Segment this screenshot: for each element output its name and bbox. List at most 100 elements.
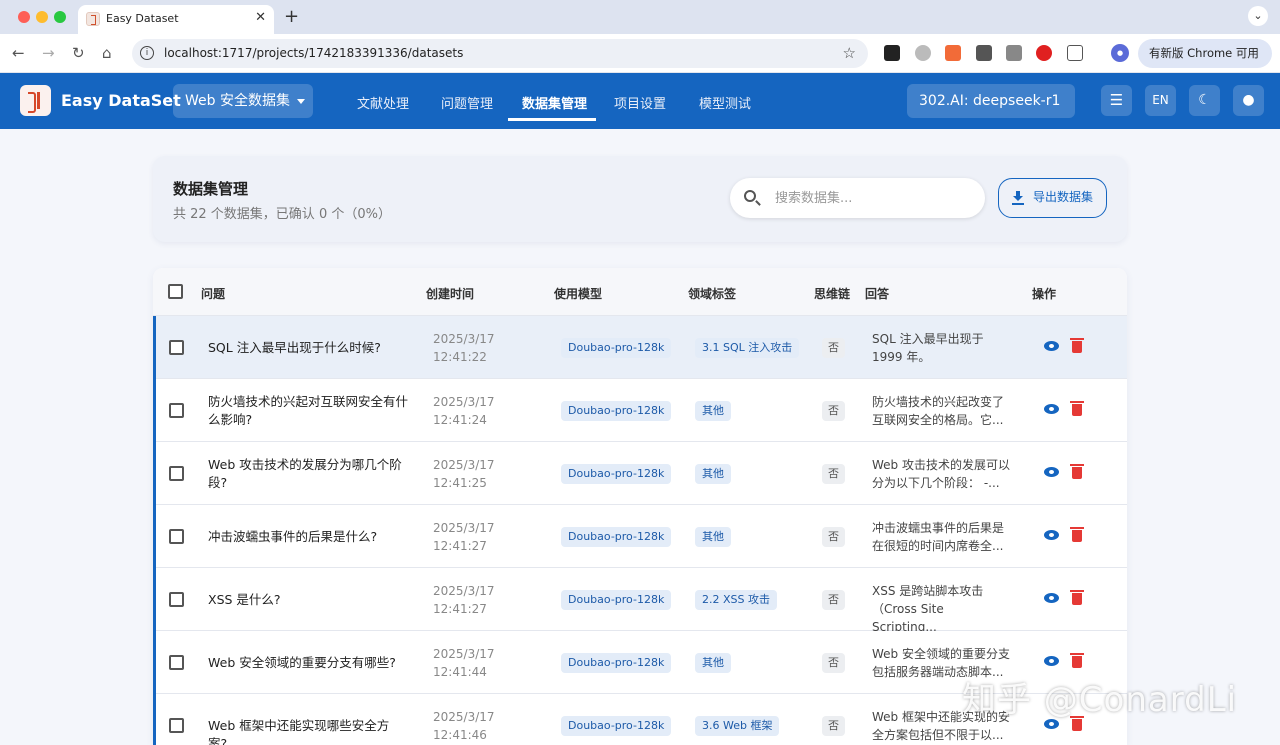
- github-icon[interactable]: ●: [1233, 85, 1264, 116]
- close-window-button[interactable]: [18, 11, 30, 23]
- extension-2-icon[interactable]: [915, 45, 931, 61]
- row-question: Web 框架中还能实现哪些安全方案?: [208, 718, 390, 745]
- row-answer: 防火墙技术的兴起改变了互联网安全的格局。它...: [872, 395, 1005, 427]
- row-created-time: 2025/3/17 12:41:44: [433, 647, 495, 679]
- row-checkbox[interactable]: [169, 529, 184, 544]
- table-row[interactable]: 防火墙技术的兴起对互联网安全有什么影响? 2025/3/17 12:41:24 D…: [153, 379, 1127, 442]
- tag-chip: 其他: [695, 464, 731, 484]
- extension-1-icon[interactable]: [884, 45, 900, 61]
- view-eye-icon[interactable]: [1044, 656, 1059, 666]
- forward-arrow-icon[interactable]: →: [42, 44, 55, 62]
- model-chip: Doubao-pro-128k: [561, 338, 672, 358]
- tag-chip: 其他: [695, 653, 731, 673]
- tab-search-icon[interactable]: ⌄: [1248, 6, 1268, 26]
- model-select-value: 302.AI: deepseek-r1: [919, 93, 1061, 109]
- row-checkbox[interactable]: [169, 466, 184, 481]
- table-row[interactable]: Web 攻击技术的发展分为哪几个阶段? 2025/3/17 12:41:25 Do…: [153, 442, 1127, 505]
- chevron-down-icon: [296, 98, 305, 104]
- nav-settings[interactable]: 项目设置: [614, 93, 666, 112]
- table-row[interactable]: SQL 注入最早出现于什么时候? 2025/3/17 12:41:22 Douba…: [153, 316, 1127, 379]
- row-answer: Web 攻击技术的发展可以分为以下几个阶段： -...: [872, 458, 1010, 490]
- delete-trash-icon[interactable]: [1070, 464, 1084, 479]
- row-checkbox[interactable]: [169, 718, 184, 733]
- cot-chip: 否: [822, 716, 845, 736]
- extension-6-icon[interactable]: [1036, 45, 1052, 61]
- easy-dataset-logo-icon: [20, 85, 51, 116]
- row-checkbox[interactable]: [169, 403, 184, 418]
- extensions-puzzle-icon[interactable]: [1067, 45, 1083, 61]
- search-input[interactable]: [775, 187, 970, 209]
- row-answer: 冲击波蠕虫事件的后果是在很短的时间内席卷全...: [872, 521, 1005, 553]
- table-row[interactable]: 冲击波蠕虫事件的后果是什么? 2025/3/17 12:41:27 Doubao-…: [153, 505, 1127, 568]
- language-button[interactable]: EN: [1145, 85, 1176, 116]
- delete-trash-icon[interactable]: [1070, 527, 1084, 542]
- back-arrow-icon[interactable]: ←: [12, 44, 25, 62]
- extension-4-icon[interactable]: [976, 45, 992, 61]
- reload-icon[interactable]: ↻: [72, 44, 85, 62]
- table-header: 问题 创建时间 使用模型 领域标签 思维链 回答 操作: [153, 268, 1127, 316]
- row-checkbox[interactable]: [169, 340, 184, 355]
- model-chip: Doubao-pro-128k: [561, 653, 672, 673]
- tab-close-icon[interactable]: ✕: [255, 10, 266, 25]
- watermark-text: 知乎 @ConardLi: [962, 680, 1238, 720]
- cot-chip: 否: [822, 401, 845, 421]
- chrome-update-button[interactable]: 有新版 Chrome 可用: [1138, 39, 1272, 68]
- column-cot: 思维链: [814, 287, 851, 301]
- browser-tab[interactable]: Easy Dataset ✕: [78, 5, 274, 34]
- new-tab-icon[interactable]: +: [284, 6, 299, 27]
- nav-questions[interactable]: 问题管理: [441, 93, 493, 112]
- project-select-value: Web 安全数据集: [185, 93, 290, 109]
- home-icon[interactable]: ⌂: [102, 44, 112, 62]
- dataset-summary-card: 数据集管理 共 22 个数据集，已确认 0 个（0%） 导出数据集: [153, 156, 1127, 242]
- dark-mode-moon-icon[interactable]: ☾: [1189, 85, 1220, 116]
- view-eye-icon[interactable]: [1044, 467, 1059, 477]
- nav-literature[interactable]: 文献处理: [357, 93, 409, 112]
- view-eye-icon[interactable]: [1044, 530, 1059, 540]
- row-question: SQL 注入最早出现于什么时候?: [208, 340, 381, 355]
- profile-avatar[interactable]: ●: [1111, 44, 1129, 62]
- address-bar[interactable]: i localhost:1717/projects/1742183391336/…: [132, 39, 868, 68]
- cot-chip: 否: [822, 464, 845, 484]
- model-chip: Doubao-pro-128k: [561, 527, 672, 547]
- maximize-window-button[interactable]: [54, 11, 66, 23]
- row-checkbox[interactable]: [169, 655, 184, 670]
- brand-title: Easy DataSet: [61, 91, 181, 110]
- delete-trash-icon[interactable]: [1070, 401, 1084, 416]
- model-chip: Doubao-pro-128k: [561, 590, 672, 610]
- export-dataset-button[interactable]: 导出数据集: [998, 178, 1107, 218]
- nav-model-test[interactable]: 模型测试: [699, 93, 751, 112]
- bookmark-star-icon[interactable]: ☆: [843, 44, 856, 62]
- view-eye-icon[interactable]: [1044, 593, 1059, 603]
- row-question: XSS 是什么?: [208, 592, 281, 607]
- menu-list-icon[interactable]: ☰: [1101, 85, 1132, 116]
- minimize-window-button[interactable]: [36, 11, 48, 23]
- column-domain-tag: 领域标签: [688, 287, 737, 301]
- row-checkbox[interactable]: [169, 592, 184, 607]
- extension-5-icon[interactable]: [1006, 45, 1022, 61]
- delete-trash-icon[interactable]: [1070, 653, 1084, 668]
- browser-toolbar: ← → ↻ ⌂ i localhost:1717/projects/174218…: [0, 34, 1280, 73]
- row-created-time: 2025/3/17 12:41:25: [433, 458, 495, 490]
- select-all-checkbox[interactable]: [168, 284, 183, 299]
- nav-datasets[interactable]: 数据集管理: [522, 93, 587, 112]
- search-icon: [744, 190, 756, 202]
- view-eye-icon[interactable]: [1044, 404, 1059, 414]
- extension-3-icon[interactable]: [945, 45, 961, 61]
- tag-chip: 3.6 Web 框架: [695, 716, 780, 736]
- view-eye-icon[interactable]: [1044, 341, 1059, 351]
- url-text[interactable]: localhost:1717/projects/1742183391336/da…: [164, 46, 463, 60]
- row-created-time: 2025/3/17 12:41:27: [433, 521, 495, 553]
- tag-chip: 其他: [695, 527, 731, 547]
- project-select[interactable]: Web 安全数据集: [173, 84, 313, 118]
- site-info-icon[interactable]: i: [140, 46, 154, 60]
- model-select[interactable]: 302.AI: deepseek-r1: [907, 84, 1075, 138]
- row-created-time: 2025/3/17 12:41:27: [433, 584, 495, 616]
- row-created-time: 2025/3/17 12:41:22: [433, 332, 495, 364]
- cot-chip: 否: [822, 653, 845, 673]
- search-box[interactable]: [730, 178, 985, 218]
- column-created-time: 创建时间: [426, 287, 475, 301]
- table-row[interactable]: XSS 是什么? 2025/3/17 12:41:27 Doubao-pro-12…: [153, 568, 1127, 634]
- dataset-count-text: 共 22 个数据集，已确认 0 个（0%）: [173, 207, 391, 222]
- delete-trash-icon[interactable]: [1070, 590, 1084, 605]
- delete-trash-icon[interactable]: [1070, 338, 1084, 353]
